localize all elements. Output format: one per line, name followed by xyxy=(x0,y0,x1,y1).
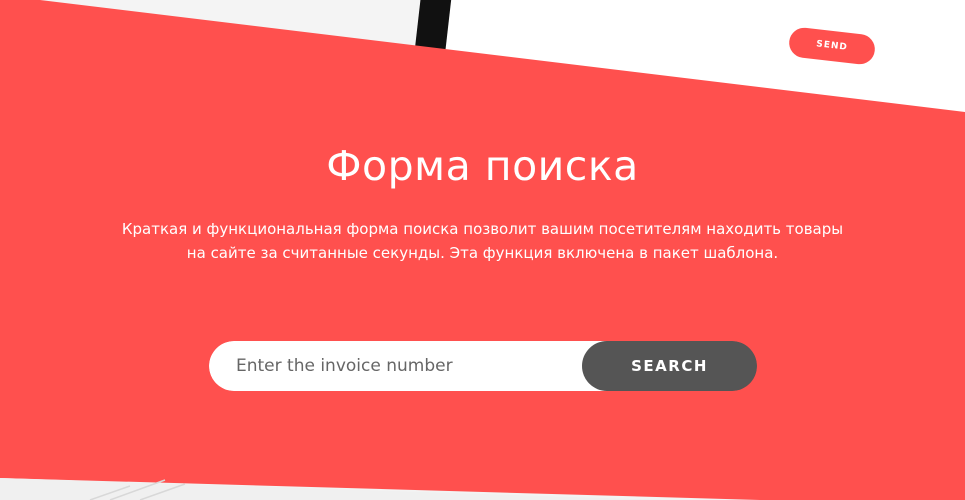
page-title: Форма поиска xyxy=(326,142,639,190)
invoice-search-input[interactable] xyxy=(209,341,607,391)
search-form: SEARCH xyxy=(209,341,757,391)
page-description: Краткая и функциональная форма поиска по… xyxy=(121,220,844,262)
page-stage: SEND Форма поиска Краткая и функциональн… xyxy=(0,0,965,500)
search-button[interactable]: SEARCH xyxy=(582,341,757,391)
hero-content: Форма поиска Краткая и функциональная фо… xyxy=(0,0,965,500)
